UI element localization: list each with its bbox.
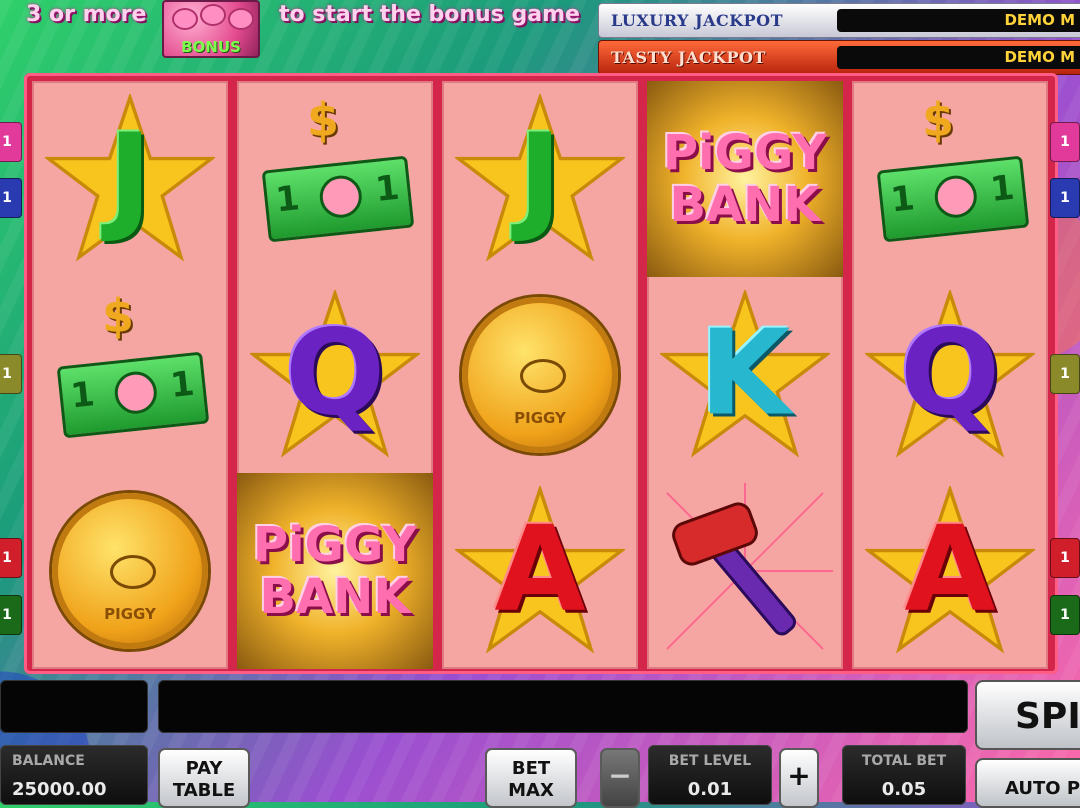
- letter-a: A: [904, 499, 996, 638]
- letter-q: Q: [284, 303, 386, 442]
- balance-label: BALANCE: [12, 753, 85, 769]
- letter-a: A: [494, 499, 586, 638]
- symbol-piggy-coin: PIGGY: [442, 277, 638, 473]
- autoplay-button[interactable]: AUTO PL: [975, 758, 1080, 808]
- cash-note-icon: 1 1: [56, 351, 210, 439]
- letter-j: J: [108, 107, 152, 246]
- letter-j: J: [518, 107, 562, 246]
- dollar-sign-icon: $: [102, 289, 135, 343]
- symbol-cash-note: $ 1 1: [32, 277, 228, 473]
- reel-4: PiGGY BANK K: [647, 81, 843, 669]
- balance-panel: BALANCE 25000.00: [0, 745, 148, 805]
- paytable-button[interactable]: PAY TABLE: [158, 748, 250, 808]
- luxury-jackpot-name: LUXURY JACKPOT: [611, 11, 783, 30]
- symbol-letter-j: J: [32, 81, 228, 277]
- line-marker-right[interactable]: 1: [1050, 178, 1080, 218]
- line-marker-left[interactable]: 1: [0, 538, 22, 578]
- piggy-bank-logo: PiGGY BANK: [662, 125, 828, 233]
- tasty-jackpot-value: DEMO M: [837, 46, 1080, 69]
- line-marker-left[interactable]: 1: [0, 354, 22, 394]
- line-marker-right[interactable]: 1: [1050, 354, 1080, 394]
- reel-1: J $ 1 1 PIGGY: [32, 81, 228, 669]
- symbol-piggy-bank-logo: PiGGY BANK: [237, 473, 433, 669]
- line-marker-right[interactable]: 1: [1050, 538, 1080, 578]
- symbol-letter-k: K: [647, 277, 843, 473]
- bonus-message-banner: 3 or more BONUS to start the bonus game: [0, 0, 595, 58]
- dollar-sign-icon: $: [307, 93, 340, 147]
- line-marker-left[interactable]: 1: [0, 178, 22, 218]
- win-display: [0, 680, 148, 733]
- total-bet-panel: TOTAL BET 0.05: [842, 745, 966, 805]
- bet-max-button[interactable]: BET MAX: [485, 748, 577, 808]
- reel-5: $ 1 1 Q A: [852, 81, 1048, 669]
- cash-note-icon: 1 1: [876, 155, 1030, 243]
- bet-decrease-button[interactable]: −: [600, 748, 640, 808]
- symbol-hammer: [647, 473, 843, 669]
- dollar-sign-icon: $: [922, 93, 955, 147]
- total-bet-label: TOTAL BET: [861, 753, 947, 769]
- luxury-jackpot-value: DEMO M: [837, 9, 1080, 32]
- bet-level-label: BET LEVEL: [668, 753, 752, 769]
- tasty-jackpot: TASTY JACKPOT DEMO M: [598, 40, 1080, 75]
- spin-button[interactable]: SPI: [975, 680, 1080, 750]
- message-display: [158, 680, 968, 733]
- piggy-bank-logo: PiGGY BANK: [252, 517, 418, 625]
- bonus-symbol-icon: BONUS: [162, 0, 260, 58]
- symbol-letter-j: J: [442, 81, 638, 277]
- bonus-text-left: 3 or more: [26, 2, 147, 27]
- letter-k: K: [699, 303, 791, 442]
- symbol-piggy-coin: PIGGY: [32, 473, 228, 669]
- piggy-coin-icon: PIGGY: [462, 297, 618, 453]
- cash-note-icon: 1 1: [261, 155, 415, 243]
- luxury-jackpot: LUXURY JACKPOT DEMO M: [598, 3, 1080, 38]
- reel-area: J $ 1 1 PIGGY $ 1 1 Q PiGGY BANK J PIGGY…: [24, 73, 1058, 674]
- total-bet-value: 0.05: [881, 779, 927, 800]
- symbol-piggy-bank-logo: PiGGY BANK: [647, 81, 843, 277]
- tasty-jackpot-name: TASTY JACKPOT: [611, 48, 766, 67]
- bonus-text-right: to start the bonus game: [279, 2, 580, 27]
- line-marker-left[interactable]: 1: [0, 595, 22, 635]
- bet-level-panel: BET LEVEL 0.01: [648, 745, 772, 805]
- bet-level-value: 0.01: [687, 779, 733, 800]
- reel-2: $ 1 1 Q PiGGY BANK: [237, 81, 433, 669]
- balance-value: 25000.00: [12, 779, 107, 800]
- bonus-icon-label: BONUS: [181, 38, 241, 56]
- reel-3: J PIGGY A: [442, 81, 638, 669]
- letter-q: Q: [899, 303, 1001, 442]
- symbol-letter-a: A: [852, 473, 1048, 669]
- line-marker-right[interactable]: 1: [1050, 595, 1080, 635]
- piggy-coin-icon: PIGGY: [52, 493, 208, 649]
- symbol-cash-note: $ 1 1: [852, 81, 1048, 277]
- symbol-cash-note: $ 1 1: [237, 81, 433, 277]
- line-marker-left[interactable]: 1: [0, 122, 22, 162]
- hammer-icon: [666, 483, 833, 650]
- bet-increase-button[interactable]: +: [779, 748, 819, 808]
- line-marker-right[interactable]: 1: [1050, 122, 1080, 162]
- symbol-letter-q: Q: [852, 277, 1048, 473]
- symbol-letter-q: Q: [237, 277, 433, 473]
- symbol-letter-a: A: [442, 473, 638, 669]
